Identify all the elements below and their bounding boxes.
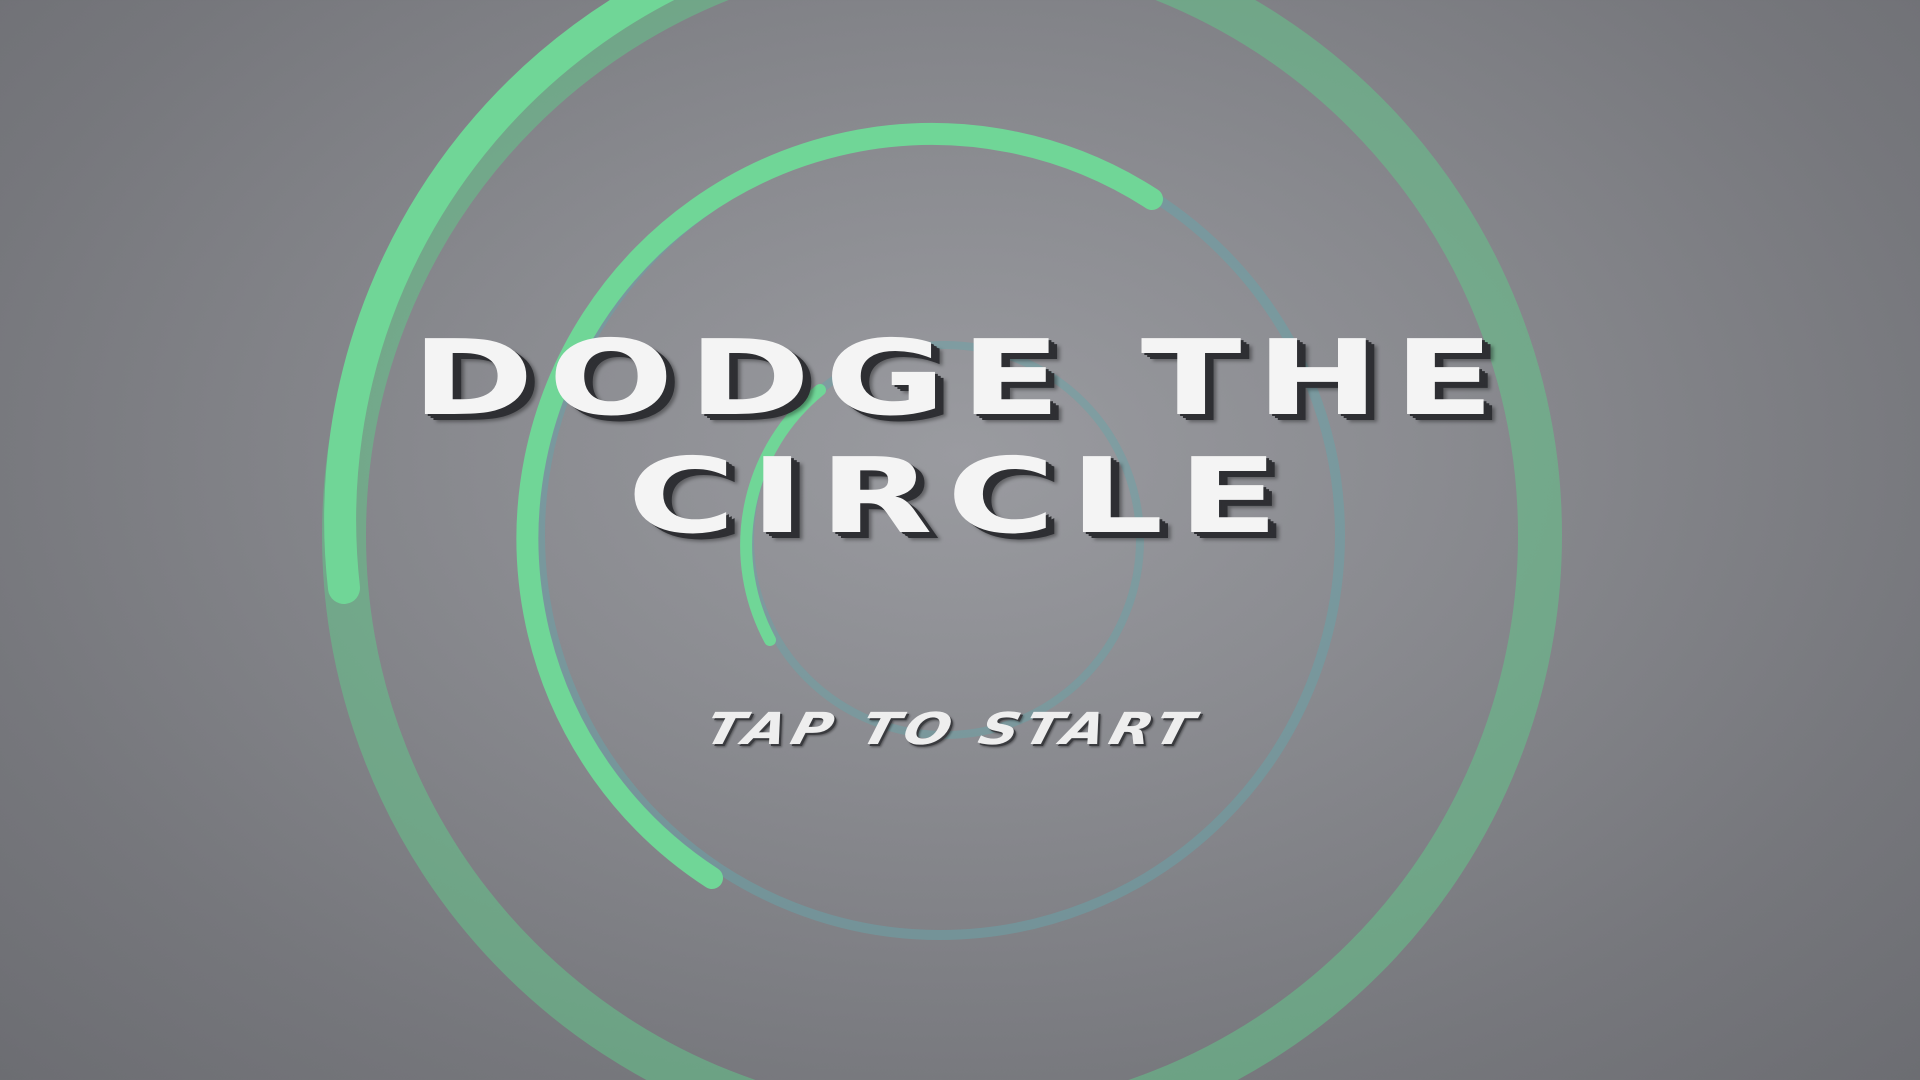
tap-to-start-prompt[interactable]: TAP TO START — [0, 700, 1920, 760]
game-title-line-2: CIRCLE — [627, 435, 1293, 557]
game-title-line-1: DODGE THE — [411, 317, 1509, 439]
game-screen[interactable]: DODGE THE CIRCLE TAP TO START — [0, 0, 1920, 1080]
